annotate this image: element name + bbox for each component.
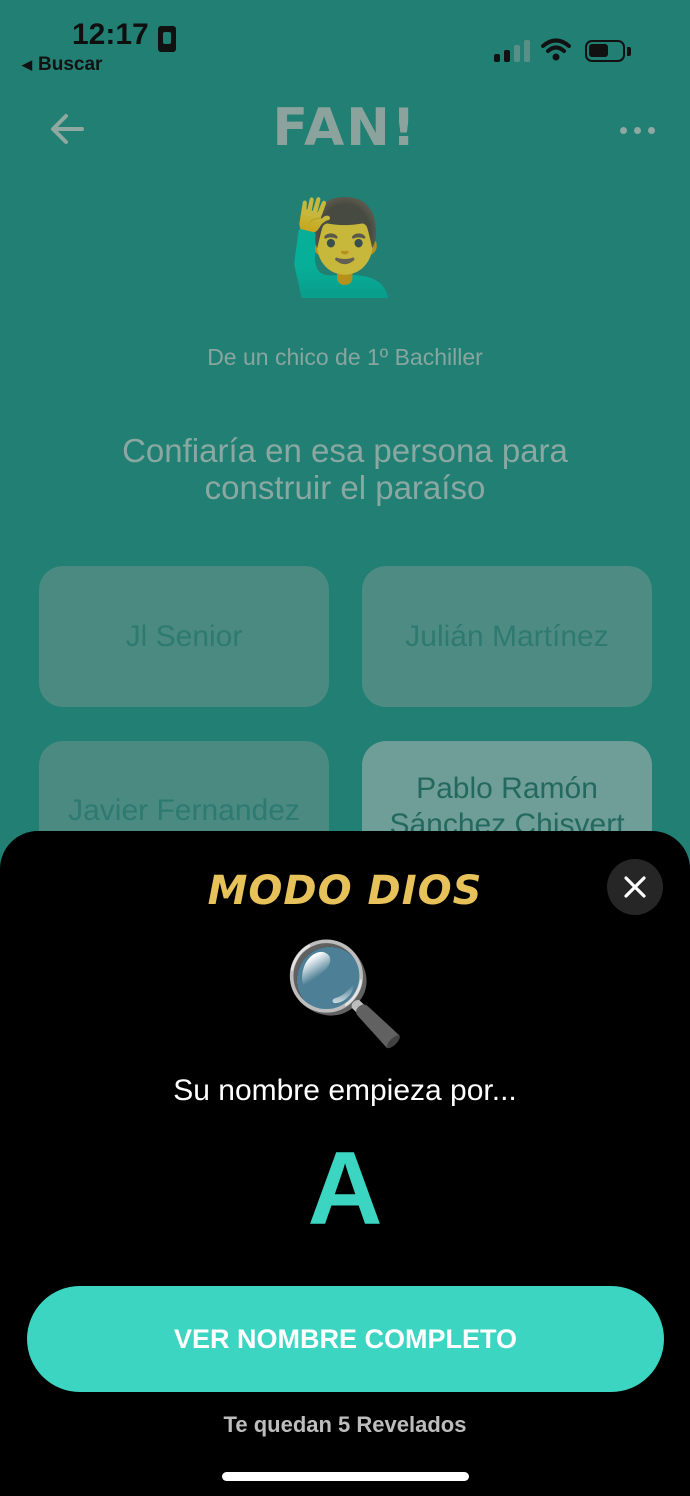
reveal-full-name-button[interactable]: VER NOMBRE COMPLETO [27, 1286, 664, 1392]
person-raising-hand-emoji: 🙋‍♂️ [287, 197, 403, 299]
cellular-signal-icon [494, 40, 530, 62]
sender-description: De un chico de 1º Bachiller [207, 344, 483, 370]
option-button[interactable]: Jl Senior [39, 566, 329, 707]
app-logo: FAN! [272, 98, 418, 158]
sheet-title: MODO DIOS [207, 868, 483, 914]
back-to-app-label: Buscar [38, 54, 103, 75]
poll-question: Confiaría en esa persona para construir … [122, 432, 568, 506]
back-to-app-link[interactable]: ◀ Buscar [22, 54, 102, 76]
hint-text: Su nombre empieza por... [173, 1074, 517, 1107]
option-label: Julián Martínez [405, 619, 609, 653]
remaining-reveals-text: Te quedan 5 Revelados [223, 1412, 467, 1437]
ellipsis-icon[interactable] [620, 127, 656, 135]
option-button[interactable]: Julián Martínez [362, 566, 652, 707]
battery-cap [627, 47, 631, 56]
close-icon [624, 876, 646, 898]
name-initial: A [307, 1131, 383, 1247]
close-button[interactable] [607, 859, 663, 915]
contact-card-icon [158, 26, 176, 52]
magnifying-glass-icon: 🔍 [282, 938, 408, 1050]
battery-icon [585, 40, 625, 62]
home-indicator[interactable] [222, 1472, 469, 1481]
back-triangle-icon: ◀ [22, 57, 32, 72]
option-label: Jl Senior [125, 619, 243, 653]
battery-level-fill [589, 44, 608, 57]
wifi-icon [541, 38, 571, 61]
option-label: Javier Fernandez [68, 794, 300, 827]
status-time: 12:17 [72, 18, 149, 51]
